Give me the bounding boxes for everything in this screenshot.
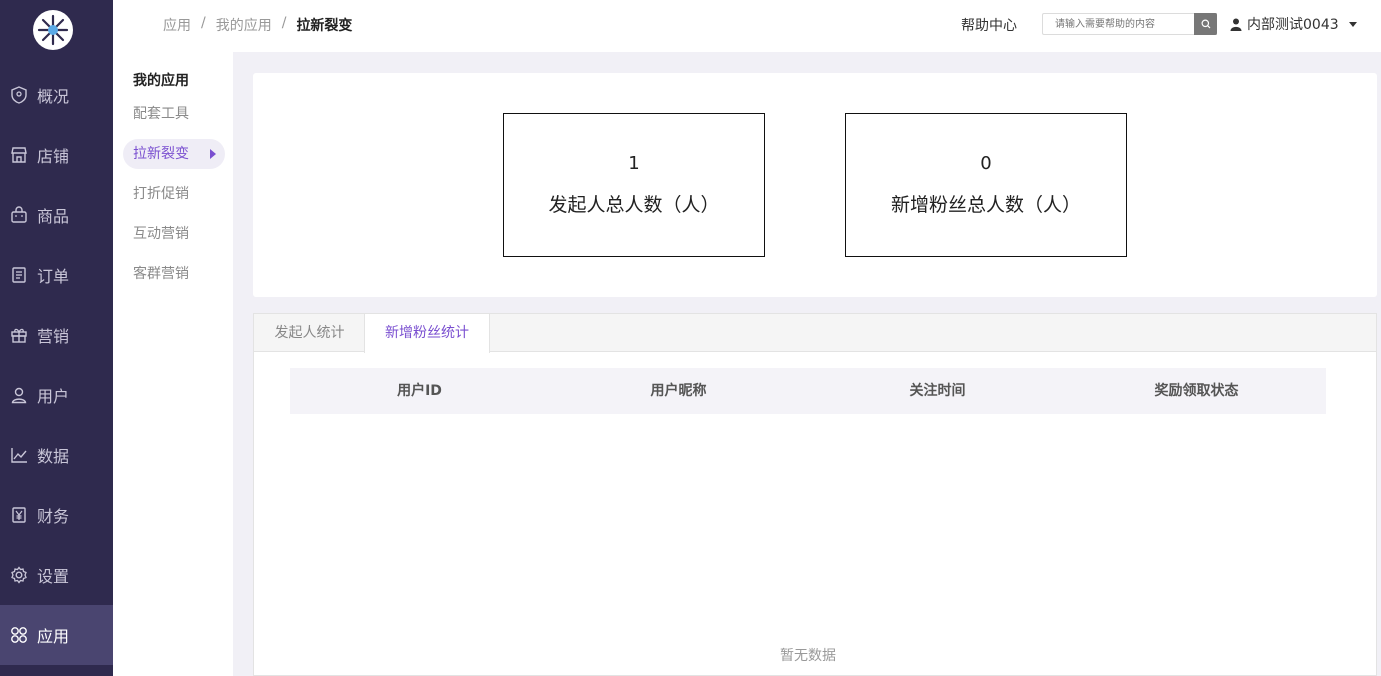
nav-label: 店铺 [37, 147, 70, 166]
stat-initiators: 1 发起人总人数（人） [503, 113, 765, 257]
stat-new-fans: 0 新增粉丝总人数（人） [845, 113, 1127, 257]
shield-icon [9, 85, 29, 105]
caret-right-icon [210, 149, 216, 159]
tab-initiator-stats[interactable]: 发起人统计 [254, 314, 365, 353]
nav-item-finance[interactable]: 财务 [0, 485, 113, 545]
tab-new-fans-stats[interactable]: 新增粉丝统计 [364, 314, 490, 353]
empty-state-text: 暂无数据 [780, 648, 836, 664]
user-icon [1230, 18, 1242, 31]
submenu-item-interactive[interactable]: 互动营销 [123, 219, 225, 249]
nav-item-overview[interactable]: 概况 [0, 65, 113, 125]
stats-card: 1 发起人总人数（人） 0 新增粉丝总人数（人） [253, 73, 1377, 297]
logo[interactable] [33, 10, 73, 50]
chart-line-icon [9, 445, 29, 465]
stat-value: 1 [628, 153, 640, 174]
submenu-item-tools[interactable]: 配套工具 [123, 99, 225, 129]
app-submenu: 我的应用 配套工具 拉新裂变 打折促销 互动营销 客群营销 [113, 52, 233, 676]
nav-label: 订单 [37, 267, 70, 286]
nav-item-apps[interactable]: 应用 [0, 605, 113, 665]
search-button[interactable] [1194, 13, 1217, 35]
stat-label: 新增粉丝总人数（人） [890, 194, 1081, 216]
breadcrumb-separator: / [281, 15, 287, 31]
nav-label: 财务 [37, 507, 70, 526]
help-search-input[interactable] [1042, 13, 1217, 35]
statistics-table-card: 发起人统计 新增粉丝统计 用户ID 用户昵称 关注时间 奖励领取状态 暂无数据 [253, 313, 1377, 676]
help-center-link[interactable]: 帮助中心 [961, 15, 1017, 35]
nav-item-store[interactable]: 店铺 [0, 125, 113, 185]
submenu-item-referral[interactable]: 拉新裂变 [123, 139, 225, 169]
gift-icon [9, 325, 29, 345]
breadcrumb-item[interactable]: 我的应用 [216, 15, 272, 35]
search-icon [1201, 19, 1210, 29]
user-icon [9, 385, 29, 405]
table-header: 用户ID 用户昵称 关注时间 奖励领取状态 [290, 368, 1326, 414]
chevron-down-icon [1348, 21, 1357, 27]
nav-item-settings[interactable]: 设置 [0, 545, 113, 605]
breadcrumb-item[interactable]: 应用 [163, 15, 191, 35]
stat-value: 0 [980, 153, 992, 174]
yen-icon [9, 505, 29, 525]
nav-label: 营销 [37, 327, 70, 346]
top-header: 应用 / 我的应用 / 拉新裂变 帮助中心 内部测试0043 [113, 0, 1381, 52]
column-header-nickname: 用户昵称 [650, 383, 707, 399]
user-name: 内部测试0043 [1247, 17, 1339, 33]
nav-item-users[interactable]: 用户 [0, 365, 113, 425]
column-header-follow-time: 关注时间 [909, 383, 966, 399]
submenu-item-discount[interactable]: 打折促销 [123, 179, 225, 209]
nav-item-marketing[interactable]: 营销 [0, 305, 113, 365]
nav-label: 用户 [37, 387, 70, 406]
nav-label: 概况 [37, 87, 70, 106]
nav-item-data[interactable]: 数据 [0, 425, 113, 485]
nav-label: 应用 [37, 627, 70, 646]
document-icon [9, 265, 29, 285]
nav-label: 数据 [37, 447, 70, 466]
submenu-title: 我的应用 [133, 73, 189, 89]
nav-label: 商品 [37, 207, 70, 226]
breadcrumb-separator: / [201, 15, 206, 31]
submenu-item-segment[interactable]: 客群营销 [123, 259, 225, 289]
store-icon [9, 145, 29, 165]
nav-label: 设置 [37, 567, 70, 586]
bag-icon [9, 205, 29, 225]
stat-label: 发起人总人数（人） [548, 194, 720, 216]
breadcrumb-current: 拉新裂变 [296, 18, 353, 34]
tab-bar: 发起人统计 新增粉丝统计 [254, 314, 1376, 353]
column-header-user-id: 用户ID [397, 383, 442, 399]
gear-icon [9, 565, 29, 585]
nav-item-goods[interactable]: 商品 [0, 185, 113, 245]
main-sidebar: 概况 店铺 商品 订单 营销 用户 数据 财务 设置 应用 [0, 0, 113, 676]
breadcrumb: 应用 / 我的应用 / 拉新裂变 [163, 15, 362, 35]
column-header-reward-status: 奖励领取状态 [1154, 383, 1239, 399]
apps-icon [9, 625, 29, 645]
logo-icon [36, 13, 70, 47]
submenu-item-label: 拉新裂变 [133, 146, 189, 162]
nav-item-orders[interactable]: 订单 [0, 245, 113, 305]
user-menu[interactable]: 内部测试0043 [1230, 14, 1357, 34]
